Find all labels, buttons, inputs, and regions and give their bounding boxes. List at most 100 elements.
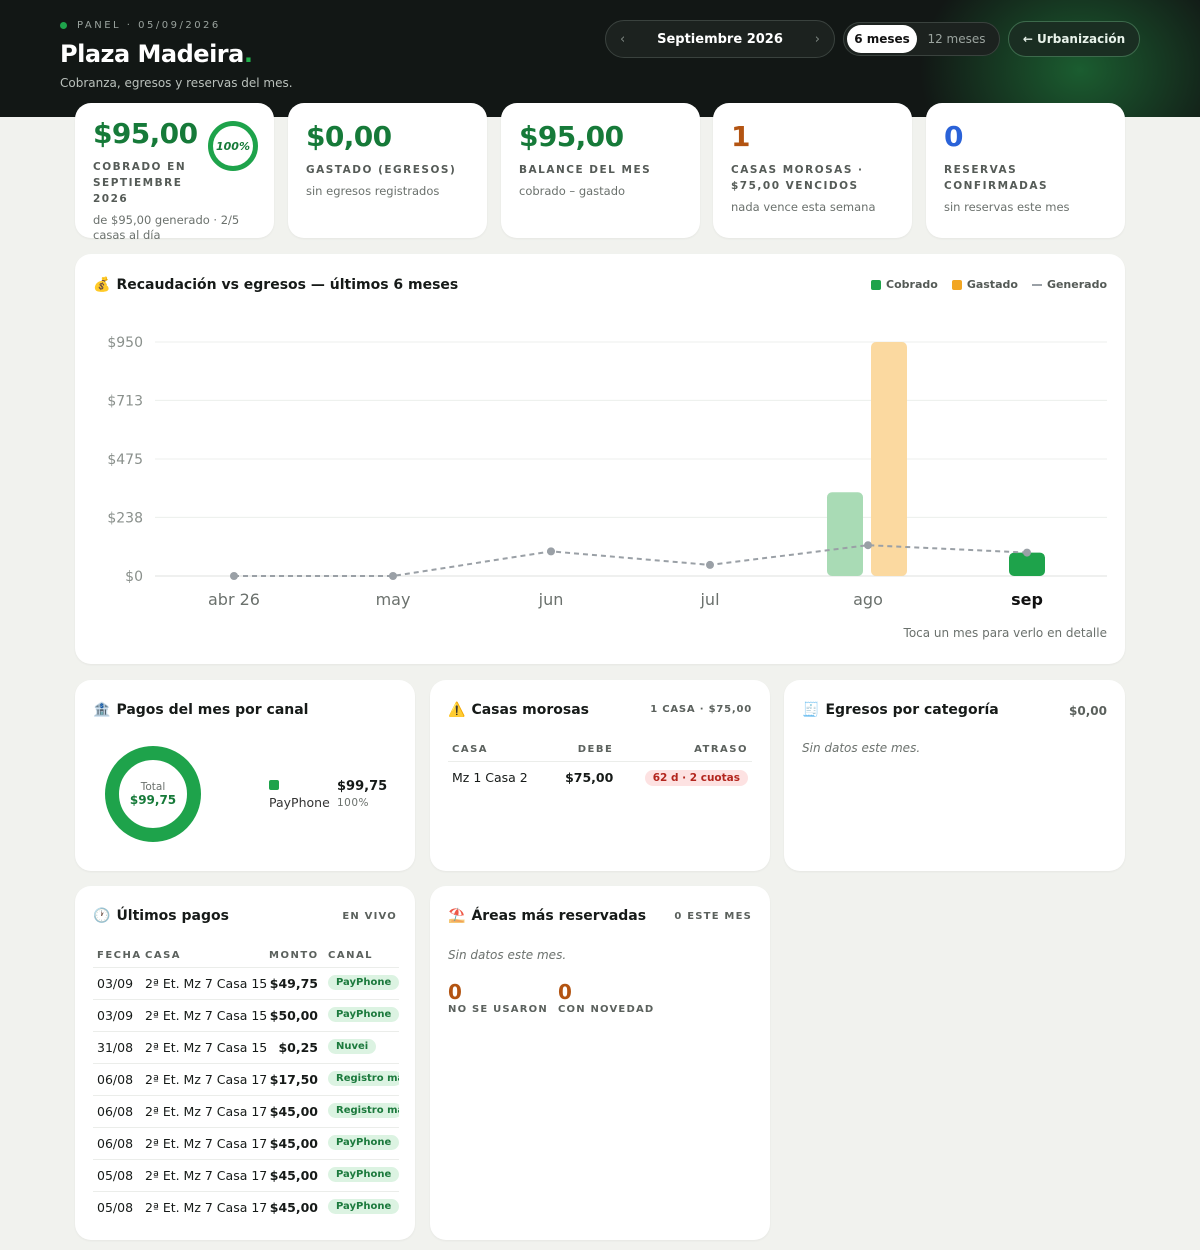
- kicker-text: PANEL · 05/09/2026: [77, 20, 221, 31]
- kpi-label: COBRADO EN SEPTIEMBRE 2026: [93, 161, 187, 205]
- col-canal: CANAL: [328, 950, 374, 961]
- range-12-months-button[interactable]: 12 meses: [917, 25, 996, 53]
- y-tick-label: $238: [107, 510, 143, 526]
- cell-casa: 2ª Et. Mz 7 Casa 17: [141, 1191, 267, 1224]
- page-subtitle: Cobranza, egresos y reservas del mes.: [60, 76, 293, 90]
- cell-fecha: 05/08: [93, 1159, 141, 1192]
- table-row[interactable]: 03/09 2ª Et. Mz 7 Casa 15 $50,00 PayPhone: [93, 999, 399, 1032]
- canal-title-text: Pagos del mes por canal: [116, 702, 309, 718]
- kpi-sub: de $95,00 generado · 2/5 casas al día: [93, 213, 240, 242]
- casas-morosas-card: ⚠️ Casas morosas 1 CASA · $75,00 CASA DEB…: [430, 680, 770, 871]
- prev-month-button[interactable]: ‹: [620, 32, 625, 47]
- current-month-label[interactable]: Septiembre 2026: [657, 32, 783, 47]
- collection-progress-ring: 100%: [208, 121, 258, 171]
- x-tick-label[interactable]: may: [376, 590, 411, 609]
- cell-fecha: 06/08: [93, 1095, 141, 1128]
- stat-label: CON NOVEDAD: [558, 1004, 655, 1015]
- canal-amount: $99,75: [337, 779, 388, 794]
- bar-cobrado: [827, 492, 863, 576]
- cell-monto: $0,25: [265, 1031, 318, 1064]
- receipt-icon: 🧾: [802, 702, 820, 718]
- header-kicker: PANEL · 05/09/2026: [60, 20, 221, 31]
- canal-badge: PayPhone: [328, 1166, 399, 1182]
- kpi-label: RESERVAS CONFIRMADAS: [944, 164, 1049, 192]
- back-to-urbanizacion-button[interactable]: ← Urbanización: [1008, 21, 1140, 57]
- ultimos-table: FECHA CASA MONTO CANAL 03/09 2ª Et. Mz 7 …: [93, 944, 399, 1224]
- egresos-categoria-card: 🧾 Egresos por categoría $0,00 Sin datos e…: [784, 680, 1125, 871]
- morosas-title: ⚠️ Casas morosas: [448, 702, 589, 718]
- kpi-value: $95,00: [519, 120, 624, 153]
- kpi-label: GASTADO (EGRESOS): [306, 164, 457, 176]
- table-row[interactable]: 05/08 2ª Et. Mz 7 Casa 17 $45,00 PayPhone: [93, 1191, 399, 1224]
- money-bag-icon: 💰: [93, 277, 111, 293]
- beach-umbrella-icon: ⛱️: [448, 908, 466, 924]
- morosas-summary: 1 CASA · $75,00: [650, 704, 752, 715]
- areas-title-text: Áreas más reservadas: [471, 908, 647, 924]
- donut-total-label: Total: [140, 781, 166, 793]
- cell-atraso: 62 d · 2 cuotas: [617, 761, 752, 794]
- x-tick-label[interactable]: abr 26: [208, 590, 260, 609]
- table-row[interactable]: 06/08 2ª Et. Mz 7 Casa 17 $45,00 PayPhone: [93, 1127, 399, 1160]
- page-title: Plaza Madeira.: [60, 40, 253, 68]
- stat-label: NO SE USARON: [448, 1004, 548, 1015]
- areas-empty: Sin datos este mes.: [448, 948, 567, 962]
- cell-casa: 2ª Et. Mz 7 Casa 15: [141, 967, 267, 1000]
- table-row[interactable]: 31/08 2ª Et. Mz 7 Casa 15 $0,25 Nuvei: [93, 1031, 399, 1064]
- table-row[interactable]: Mz 1 Casa 2 $75,00 62 d · 2 cuotas: [448, 761, 752, 794]
- next-month-button[interactable]: ›: [815, 32, 820, 47]
- ultimos-pagos-card: 🕐 Últimos pagos EN VIVO FECHA CASA MONTO …: [75, 886, 415, 1240]
- legend-swatch-cobrado: [871, 279, 882, 290]
- cell-canal: Registro ma: [318, 1095, 399, 1128]
- table-row[interactable]: 05/08 2ª Et. Mz 7 Casa 17 $45,00 PayPhone: [93, 1159, 399, 1192]
- cell-monto: $50,00: [265, 999, 318, 1032]
- cell-fecha: 06/08: [93, 1127, 141, 1160]
- ultimos-table-body: 03/09 2ª Et. Mz 7 Casa 15 $49,75 PayPhone 03…: [93, 967, 399, 1224]
- x-tick-label[interactable]: ago: [853, 590, 883, 609]
- point-generado: [230, 572, 238, 580]
- kpi-value: 1: [731, 120, 750, 153]
- morosas-title-text: Casas morosas: [471, 702, 589, 718]
- table-row[interactable]: 03/09 2ª Et. Mz 7 Casa 15 $49,75 PayPhone: [93, 967, 399, 1000]
- legend-cobrado: Cobrado: [871, 278, 938, 291]
- morosas-table: CASA DEBE ATRASO Mz 1 Casa 2 $75,00 62 d…: [448, 738, 752, 794]
- table-header-row: FECHA CASA MONTO CANAL: [93, 944, 399, 968]
- table-header-row: CASA DEBE ATRASO: [448, 738, 752, 762]
- canal-title: 🏦 Pagos del mes por canal: [93, 702, 308, 718]
- canal-pct: 100%: [337, 797, 370, 809]
- cell-fecha: 31/08: [93, 1031, 141, 1064]
- canal-badge: PayPhone: [328, 1134, 399, 1150]
- table-row[interactable]: 06/08 2ª Et. Mz 7 Casa 17 $45,00 Registro m…: [93, 1095, 399, 1128]
- bank-icon: 🏦: [93, 702, 111, 718]
- canal-name: PayPhone: [269, 795, 330, 810]
- areas-title: ⛱️ Áreas más reservadas: [448, 908, 646, 924]
- warning-icon: ⚠️: [448, 702, 466, 718]
- x-tick-label[interactable]: sep: [1011, 590, 1043, 609]
- kpi-value: $0,00: [306, 120, 392, 153]
- kpi-sub: sin egresos registrados: [306, 184, 440, 198]
- cell-canal: Registro ma: [318, 1063, 399, 1096]
- chart-hint: Toca un mes para verlo en detalle: [903, 626, 1107, 640]
- cell-fecha: 05/08: [93, 1191, 141, 1224]
- bar-gastado: [871, 342, 907, 576]
- donut-total-value: $99,75: [129, 793, 177, 807]
- kpi-sub: sin reservas este mes: [944, 200, 1070, 214]
- canal-badge: PayPhone: [328, 1198, 399, 1214]
- range-6-months-button[interactable]: 6 meses: [847, 25, 917, 53]
- cell-canal: PayPhone: [318, 999, 399, 1032]
- x-tick-label[interactable]: jul: [699, 590, 719, 609]
- kpi-card-gastado: $0,00 GASTADO (EGRESOS) sin egresos regi…: [288, 103, 487, 238]
- cell-canal: PayPhone: [318, 1159, 399, 1192]
- kpi-label: BALANCE DEL MES: [519, 164, 652, 176]
- legend-swatch-gastado: [951, 279, 962, 290]
- cell-casa: 2ª Et. Mz 7 Casa 17: [141, 1159, 267, 1192]
- atraso-badge: 62 d · 2 cuotas: [644, 770, 748, 787]
- cell-casa: 2ª Et. Mz 7 Casa 17: [141, 1063, 267, 1096]
- table-row[interactable]: 06/08 2ª Et. Mz 7 Casa 17 $17,50 Registro m…: [93, 1063, 399, 1096]
- chart-title-text: Recaudación vs egresos — últimos 6 meses: [116, 277, 459, 293]
- x-tick-label[interactable]: jun: [538, 590, 564, 609]
- point-generado: [864, 541, 872, 550]
- stat-value: 0: [558, 980, 572, 1004]
- chart-title: 💰 Recaudación vs egresos — últimos 6 mes…: [93, 277, 458, 293]
- kpi-sub: cobrado – gastado: [519, 184, 626, 198]
- revenue-chart-svg: $0 $238 $475 $713 $950 abr 26 may jun jul ago sep: [107, 335, 1107, 609]
